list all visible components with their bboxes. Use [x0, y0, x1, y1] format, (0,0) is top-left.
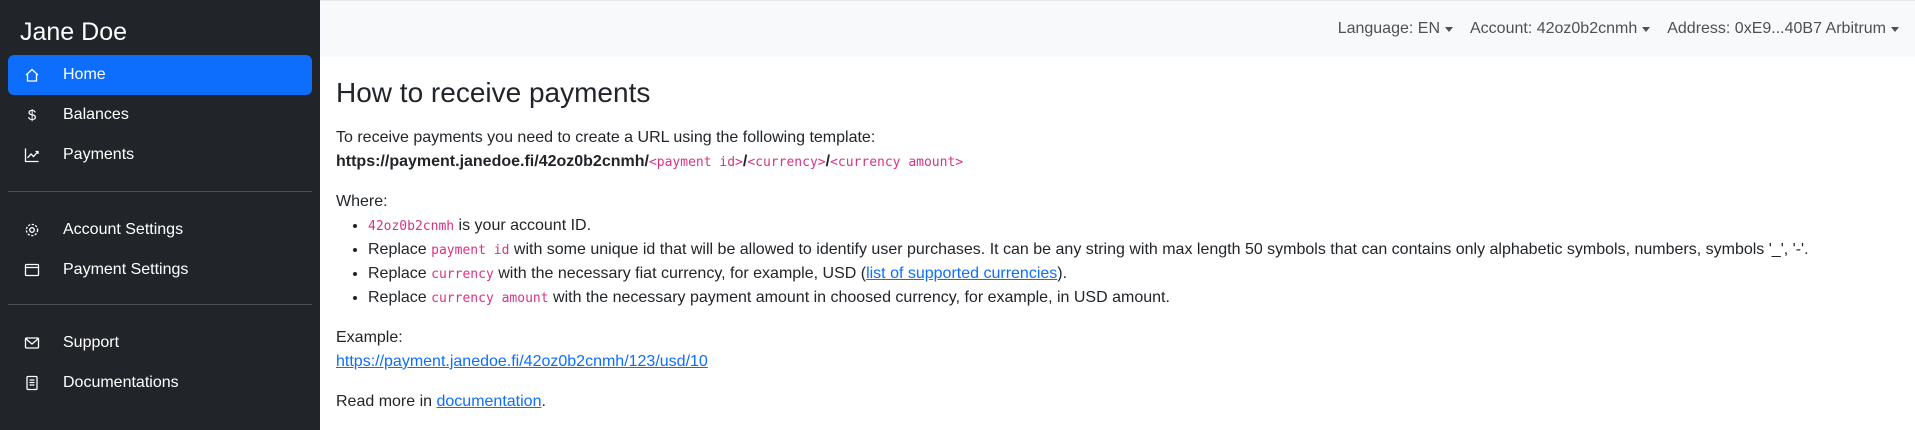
address-dropdown[interactable]: Address: 0xE9...40B7 Arbitrum: [1667, 20, 1899, 38]
code-currency-amount: currency amount: [431, 290, 549, 306]
url-template: https://payment.janedoe.fi/42oz0b2cnmh/<…: [336, 150, 1896, 174]
template-payment-id: <payment id>: [648, 154, 743, 170]
sidebar-item-label: Payment Settings: [63, 261, 189, 278]
sidebar-item-label: Support: [63, 334, 120, 351]
sidebar: Jane Doe Home $ Balances Payments Accoun…: [0, 0, 320, 430]
caret-down-icon: [1642, 26, 1651, 32]
caret-down-icon: [1445, 26, 1453, 32]
main-content: How to receive payments To receive payme…: [336, 57, 1896, 414]
parameter-list: 42oz0b2cnmh is your account ID. Replace …: [336, 214, 1896, 310]
sidebar-item-label: Documentations: [63, 374, 179, 391]
sidebar-item-documentations[interactable]: Documentations: [8, 363, 312, 403]
list-item-text: Replace: [368, 264, 432, 282]
sidebar-item-payment-settings[interactable]: Payment Settings: [8, 250, 312, 290]
language-label: Language: EN: [1337, 20, 1440, 37]
document-icon: [24, 375, 40, 391]
sidebar-divider: [8, 304, 312, 305]
list-item-text: is your account ID.: [454, 216, 592, 234]
list-item-text: Replace: [368, 288, 432, 306]
sidebar-divider: [8, 191, 312, 192]
template-currency: <currency>: [747, 154, 826, 170]
template-base: https://payment.janedoe.fi/42oz0b2cnmh/: [336, 152, 649, 170]
supported-currencies-link[interactable]: list of supported currencies: [866, 265, 1057, 282]
sidebar-item-label: Balances: [63, 106, 129, 123]
sidebar-nav-help: Support Documentations: [8, 323, 312, 403]
list-item: 42oz0b2cnmh is your account ID.: [368, 214, 1896, 238]
template-amount: <currency amount>: [830, 154, 964, 170]
caret-down-icon: [1891, 26, 1899, 32]
chart-line-icon: [24, 147, 40, 163]
list-item-text: with some unique id that will be allowed…: [509, 240, 1809, 258]
sidebar-item-balances[interactable]: $ Balances: [8, 95, 312, 135]
sidebar-item-support[interactable]: Support: [8, 323, 312, 363]
sidebar-item-label: Home: [63, 66, 106, 83]
where-label: Where:: [336, 192, 388, 210]
code-payment-id: payment id: [431, 242, 510, 258]
read-more-label: Read more in: [336, 392, 437, 410]
brand-name: Jane Doe: [20, 18, 128, 46]
read-more-end: .: [541, 392, 546, 410]
sidebar-item-home[interactable]: Home: [8, 55, 312, 95]
list-item-text: with the necessary fiat currency, for ex…: [493, 264, 867, 282]
intro-text: To receive payments you need to create a…: [336, 128, 876, 146]
list-item-text: Replace: [368, 240, 432, 258]
documentation-link[interactable]: documentation: [437, 393, 542, 410]
home-icon: [24, 67, 40, 83]
list-item: Replace currency with the necessary fiat…: [368, 262, 1896, 286]
example-url-link[interactable]: https://payment.janedoe.fi/42oz0b2cnmh/1…: [336, 353, 708, 370]
sidebar-nav-main: Home $ Balances Payments: [8, 55, 312, 175]
list-item: Replace currency amount with the necessa…: [368, 286, 1896, 310]
code-currency: currency: [431, 266, 494, 282]
read-more-text: Read more in documentation.: [336, 390, 1896, 414]
address-label: Address: 0xE9...40B7 Arbitrum: [1667, 20, 1886, 37]
account-label: Account: 42oz0b2cnmh: [1470, 20, 1638, 37]
list-item-text: with the necessary payment amount in cho…: [548, 288, 1170, 306]
language-dropdown[interactable]: Language: EN: [1338, 20, 1453, 38]
example-url-row: https://payment.janedoe.fi/42oz0b2cnmh/1…: [336, 350, 1896, 374]
sidebar-item-label: Account Settings: [63, 221, 184, 238]
list-item-text: ).: [1057, 264, 1068, 282]
sidebar-item-payments[interactable]: Payments: [8, 135, 312, 175]
dollar-icon: $: [27, 106, 37, 124]
list-item: Replace payment id with some unique id t…: [368, 238, 1896, 262]
sidebar-item-account-settings[interactable]: Account Settings: [8, 210, 312, 250]
top-navbar: Language: EN Account: 42oz0b2cnmh Addres…: [320, 0, 1915, 57]
sidebar-item-label: Payments: [63, 146, 135, 163]
code-account-id: 42oz0b2cnmh: [368, 218, 455, 234]
sidebar-nav-settings: Account Settings Payment Settings: [8, 210, 312, 290]
card-icon: [24, 262, 40, 278]
account-dropdown[interactable]: Account: 42oz0b2cnmh: [1470, 20, 1651, 38]
example-label: Example:: [336, 328, 403, 346]
envelope-icon: [24, 335, 40, 351]
gear-icon: [24, 222, 40, 238]
page-title: How to receive payments: [336, 77, 651, 108]
